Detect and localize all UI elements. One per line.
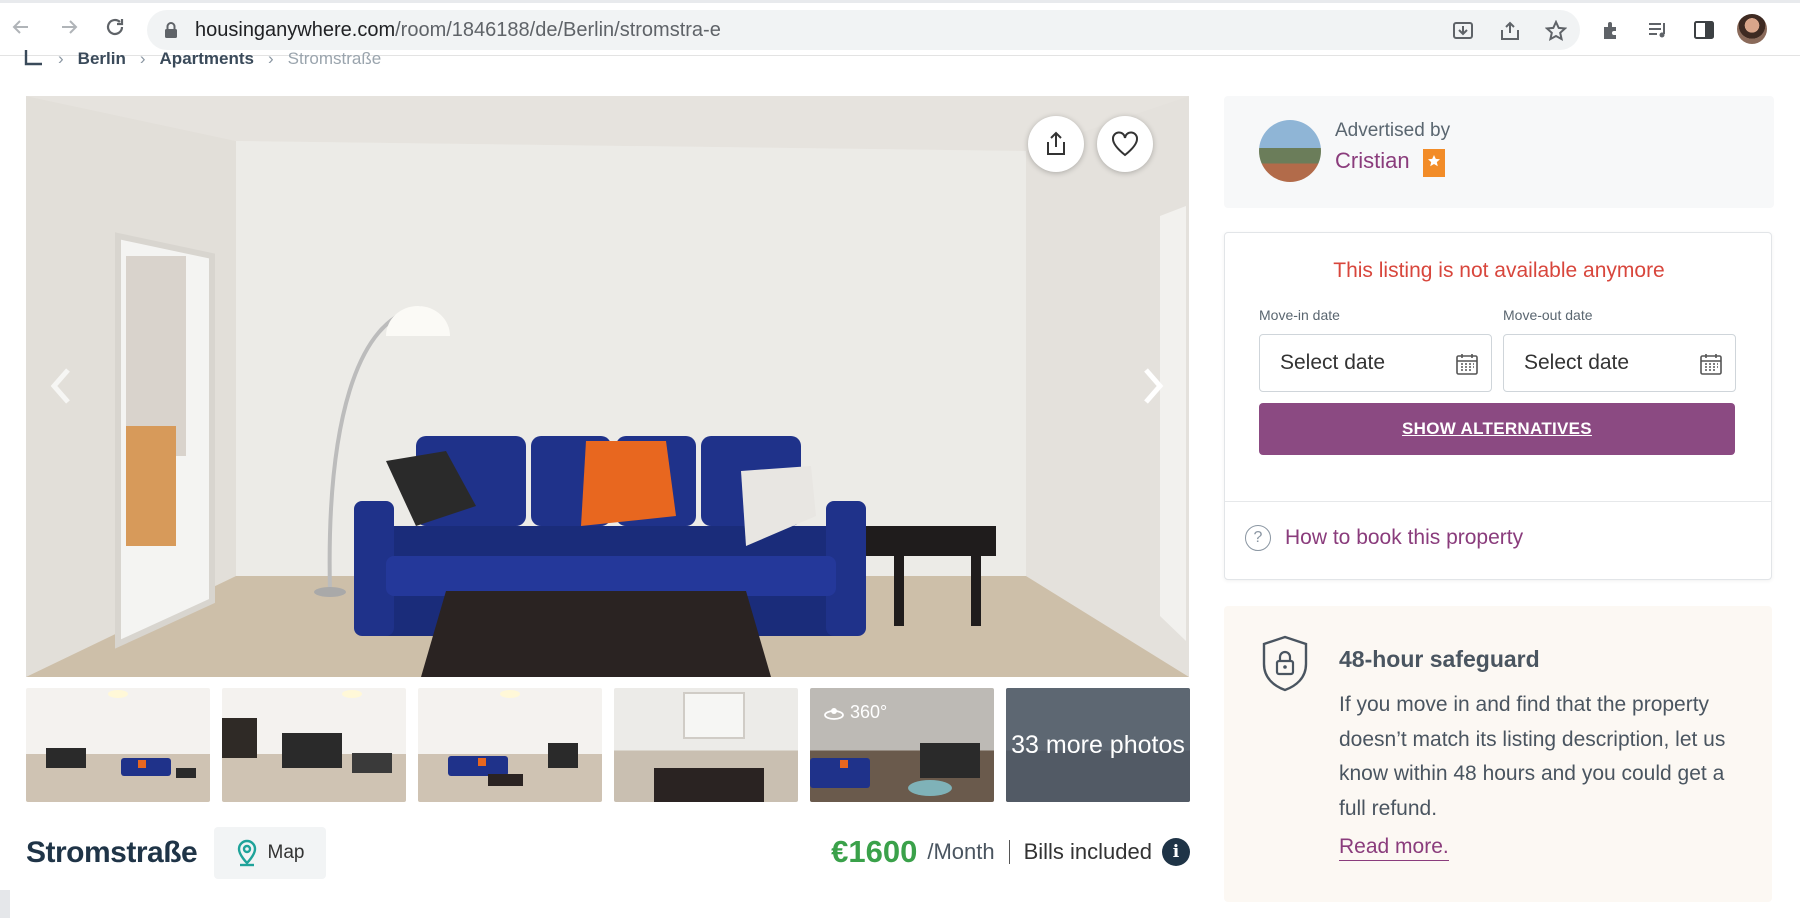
price: €1600	[831, 834, 918, 869]
breadcrumb-item-berlin[interactable]: Berlin	[78, 49, 126, 69]
reload-icon[interactable]	[100, 12, 130, 42]
price-period: /Month	[927, 839, 995, 864]
move-in-date-field[interactable]: Select date	[1259, 334, 1492, 392]
previous-photo-button[interactable]	[36, 356, 86, 416]
booking-card: This listing is not available anymore Mo…	[1224, 232, 1772, 580]
lock-icon[interactable]	[163, 21, 179, 44]
shield-lock-icon	[1262, 635, 1308, 692]
heart-icon	[1112, 131, 1138, 157]
map-button[interactable]: Map	[214, 827, 326, 879]
calendar-icon	[1456, 354, 1478, 375]
bookmark-star-icon[interactable]	[1544, 19, 1568, 42]
map-label: Map	[267, 842, 305, 863]
advertised-by-label: Advertised by	[1335, 120, 1451, 141]
thumbnail-360[interactable]: 360°	[810, 688, 994, 802]
share-icon	[1047, 131, 1065, 155]
price-row: €1600 /Month Bills included i	[831, 834, 1190, 870]
breadcrumb-item-apartments[interactable]: Apartments	[160, 49, 254, 69]
move-out-label: Move-out date	[1503, 307, 1593, 323]
map-pin-icon	[237, 839, 256, 867]
move-in-label: Move-in date	[1259, 307, 1340, 323]
breadcrumb-separator: ›	[139, 49, 146, 68]
share-icon[interactable]	[1499, 20, 1521, 42]
page-edge-tab	[0, 890, 10, 918]
chevron-right-icon	[1144, 368, 1164, 404]
thumbnail-photo	[654, 692, 764, 802]
share-photo-button[interactable]	[1028, 116, 1084, 172]
address-bar[interactable]: housinganywhere.com/room/1846188/de/Berl…	[147, 10, 1580, 50]
move-out-value: Select date	[1524, 351, 1630, 374]
safeguard-body: If you move in and find that the propert…	[1339, 693, 1726, 820]
breadcrumb-current: Stromstraße	[287, 49, 382, 68]
safeguard-card: 48-hour safeguard If you move in and fin…	[1224, 606, 1772, 902]
show-alternatives-button[interactable]: SHOW ALTERNATIVES	[1259, 403, 1735, 455]
favorite-button[interactable]	[1097, 116, 1153, 172]
safeguard-title: 48-hour safeguard	[1339, 646, 1540, 672]
move-out-date-field[interactable]: Select date	[1503, 334, 1736, 392]
install-app-icon[interactable]	[1452, 20, 1474, 42]
extensions-icon[interactable]	[1600, 18, 1624, 42]
side-panel-icon[interactable]	[1692, 18, 1716, 42]
home-icon[interactable]	[24, 48, 44, 70]
how-to-book-link[interactable]: ? How to book this property	[1245, 525, 1523, 551]
thumbnail-photo	[222, 690, 392, 773]
advertiser-card: Advertised by Cristian	[1224, 96, 1774, 208]
divider	[1008, 840, 1010, 864]
360-badge: 360°	[824, 702, 887, 723]
url-text[interactable]: housinganywhere.com/room/1846188/de/Berl…	[195, 19, 721, 42]
listing-title: Stromstraße	[26, 836, 198, 869]
more-photos-tile[interactable]: 33 more photos	[1006, 688, 1190, 802]
thumbnail-strip: 360° 33 more photos	[26, 688, 1190, 803]
thumbnail-2[interactable]	[222, 688, 406, 802]
read-more-link[interactable]: Read more.	[1339, 835, 1449, 861]
help-icon: ?	[1245, 525, 1271, 551]
360-label: 360°	[850, 702, 888, 722]
bills-included-label: Bills included	[1023, 839, 1152, 864]
reading-list-icon[interactable]	[1646, 18, 1670, 42]
more-photos-label: 33 more photos	[1006, 688, 1190, 802]
star-badge-icon	[1423, 149, 1445, 177]
panorama-360-icon	[824, 707, 844, 720]
info-icon[interactable]: i	[1162, 838, 1190, 866]
thumbnail-3[interactable]	[418, 688, 602, 802]
how-to-book-label: How to book this property	[1285, 526, 1524, 549]
advertiser-name[interactable]: Cristian	[1335, 148, 1410, 174]
breadcrumb: › Berlin › Apartments › Stromstraße	[24, 48, 381, 70]
chevron-left-icon	[50, 368, 70, 404]
breadcrumb-separator: ›	[58, 49, 64, 68]
profile-avatar[interactable]	[1737, 14, 1767, 44]
breadcrumb-separator: ›	[268, 49, 274, 68]
thumbnail-photo	[448, 690, 578, 786]
main-photo[interactable]	[26, 96, 1189, 677]
calendar-icon	[1700, 354, 1722, 375]
back-icon[interactable]	[6, 12, 36, 42]
thumbnail-4[interactable]	[614, 688, 798, 802]
thumbnail-1[interactable]	[26, 688, 210, 802]
living-room-photo	[26, 96, 1189, 677]
next-photo-button[interactable]	[1128, 356, 1178, 416]
divider	[1225, 501, 1771, 502]
tab-strip-edge	[0, 0, 1800, 3]
forward-icon[interactable]	[54, 12, 84, 42]
move-in-value: Select date	[1280, 351, 1386, 374]
unavailable-message: This listing is not available anymore	[1333, 259, 1665, 282]
advertiser-avatar[interactable]	[1259, 120, 1321, 182]
thumbnail-photo	[46, 690, 196, 778]
